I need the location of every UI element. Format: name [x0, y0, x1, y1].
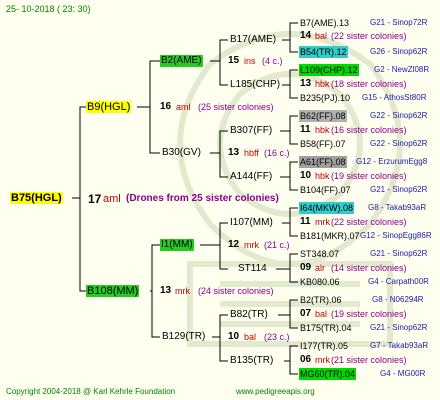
gen4-note: (22 sister colonies)	[331, 31, 407, 41]
gen3-node[interactable]: I107(MM)	[230, 217, 273, 229]
gen4-code: G21 - Sinop62R	[370, 185, 428, 194]
gen4-code: G12 - SinopEgg86R	[360, 231, 432, 240]
gen4-note: (22 sister colonies)	[331, 217, 407, 227]
gen4-note: (19 sister colonies)	[331, 309, 407, 319]
gen4-note: (21 sister colonies)	[331, 355, 407, 365]
gen4-code: G12 - ErzurumEgg8	[356, 157, 428, 166]
gen4-race: mrk	[315, 217, 330, 227]
root-drones-note: (Drones from 25 sister colonies)	[126, 193, 279, 204]
gen2-c-race: mrk	[244, 240, 259, 250]
gen4-race: alr	[315, 263, 326, 273]
gen4-note: (19 sister colonies)	[331, 171, 407, 181]
gen2-a-num: 15	[228, 55, 240, 66]
gen4-num: 11	[300, 216, 311, 227]
gen2-c-name[interactable]: I1(MM)	[160, 239, 194, 251]
gen3-node[interactable]: A144(FF)	[230, 171, 272, 183]
gen4-race: bal	[315, 31, 328, 41]
gen4-num: 10	[300, 170, 312, 181]
gen4-race: bal	[315, 309, 328, 319]
root-race: aml	[103, 193, 121, 205]
gen2-c-note: (21 c.)	[264, 240, 290, 250]
gen3-node[interactable]: B307(FF)	[230, 125, 272, 137]
gen3-node[interactable]: B17(AME)	[230, 34, 276, 46]
pedigree-chart: 25- 10-2018 ( 23: 30) B75(HGL) 17 aml (D…	[0, 0, 440, 400]
gen4-race: hbk	[315, 171, 330, 181]
gen4-code: G21 - Sinop62R	[370, 249, 428, 258]
gen4-race: mrk	[315, 355, 330, 365]
gen2-b-name[interactable]: B30(GV)	[162, 147, 201, 159]
gen4-code: G22 - Sinop62R	[370, 111, 428, 120]
gen4-name[interactable]: ST348.07	[300, 248, 339, 260]
gen4-name[interactable]: B7(AME).13	[300, 17, 349, 29]
gen4-note: (16 sister colonies)	[331, 125, 407, 135]
gen4-name[interactable]: A61(FF).08	[299, 156, 347, 168]
gen2-d-name[interactable]: B129(TR)	[162, 331, 205, 343]
gen4-num: 09	[300, 262, 312, 273]
gen4-name[interactable]: I177(TR).05	[300, 340, 348, 352]
gen4-code: G8 - Takab93aR	[368, 203, 427, 212]
gen4-code: G4 - MG00R	[380, 369, 426, 378]
gen2-a-name[interactable]: B2(AME)	[160, 55, 203, 67]
gen4-code: G21 - Sinop72R	[370, 18, 428, 27]
gen4-code: G26 - Sinop62R	[370, 47, 428, 56]
gen4-num: 06	[300, 354, 312, 365]
gen4-note: (18 sister colonies)	[331, 79, 407, 89]
gen1-top-name[interactable]: B9(HGL)	[86, 101, 132, 113]
root-queen-name[interactable]: B75(HGL)	[10, 192, 63, 204]
gen1-bottom-num: 13	[160, 285, 172, 296]
gen4-note: (14 sister colonies)	[331, 263, 407, 273]
gen2-c-num: 12	[228, 239, 240, 250]
gen2-a-race: ins	[244, 56, 256, 66]
gen4-name[interactable]: B104(FF).07	[300, 184, 351, 196]
gen4-name[interactable]: B62(FF).08	[299, 110, 347, 122]
report-date: 25- 10-2018 ( 23: 30)	[6, 4, 91, 14]
gen4-name[interactable]: I64(MKW).08	[299, 202, 355, 214]
gen2-b-note: (16 c.)	[264, 148, 290, 158]
gen2-d-note: (23 c.)	[264, 332, 290, 342]
gen4-code: G7 - Takab93aR	[370, 341, 429, 350]
gen1-top-race: aml	[176, 102, 191, 112]
gen4-code: G21 - Sinop62R	[370, 323, 428, 332]
gen1-bottom-note: (24 sister colonies)	[198, 286, 274, 296]
gen4-num: 13	[300, 78, 312, 89]
gen4-name[interactable]: B58(FF).07	[300, 138, 346, 150]
gen2-b-num: 13	[228, 147, 240, 158]
gen3-node[interactable]: ST114	[238, 263, 267, 275]
gen1-top-note: (25 sister colonies)	[198, 102, 274, 112]
gen4-name[interactable]: B2(TR).06	[300, 294, 342, 306]
gen3-node[interactable]: B82(TR)	[230, 309, 268, 321]
gen3-node[interactable]: L185(CHP)	[230, 79, 280, 91]
gen4-code: G15 - AthosSt80R	[362, 93, 427, 102]
gen4-name[interactable]: B54(TR).12	[299, 46, 348, 58]
gen4-name[interactable]: B181(MKR).07	[300, 230, 360, 242]
gen4-name[interactable]: MG60(TR).04	[299, 368, 357, 380]
gen2-d-race: bal	[244, 332, 257, 342]
gen4-name[interactable]: B175(TR).04	[300, 322, 352, 334]
gen4-race: hbk	[315, 125, 330, 135]
gen2-d-num: 10	[228, 331, 240, 342]
gen3-node[interactable]: B135(TR)	[230, 355, 273, 367]
gen4-num: 11	[300, 124, 311, 135]
gen4-name[interactable]: KB080.06	[300, 276, 340, 288]
gen2-b-race: hbff	[244, 148, 259, 158]
site-link[interactable]: www.pedigreeapis.org	[236, 386, 315, 398]
gen1-top-num: 16	[160, 101, 172, 112]
gen4-code: G22 - Sinop62R	[370, 139, 428, 148]
gen4-race: hbk	[315, 79, 330, 89]
gen1-bottom-name[interactable]: B108(MM)	[86, 285, 140, 297]
gen4-name[interactable]: L109(CHP).12	[299, 64, 359, 76]
gen4-code: G2 - NewZl08R	[374, 65, 430, 74]
gen2-a-note: (4 c.)	[262, 56, 283, 66]
copyright-text: Copyright 2004-2018 @ Karl Kehrle Founda…	[6, 387, 176, 396]
gen1-bottom-race: mrk	[175, 286, 190, 296]
gen4-code: G4 - Carpath00R	[368, 277, 429, 286]
gen4-num: 07	[300, 308, 312, 319]
gen4-name[interactable]: B235(PJ).10	[300, 92, 350, 104]
root-sister-count: 17	[88, 192, 102, 206]
gen4-num: 14	[300, 30, 312, 41]
gen4-code: G8 - N06294R	[372, 295, 424, 304]
